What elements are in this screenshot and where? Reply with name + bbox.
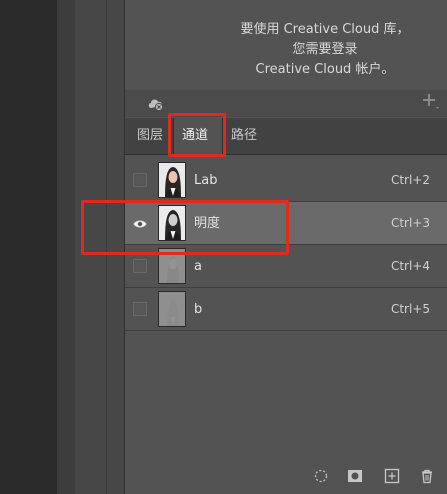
channels-panel: 要使用 Creative Cloud 库，您需要登录 Creative Clou… bbox=[81, 0, 447, 494]
highlight-channels-tab bbox=[168, 113, 226, 157]
channels-bottom-toolbar bbox=[125, 468, 447, 488]
trash-icon[interactable] bbox=[419, 468, 435, 488]
visibility-toggle[interactable] bbox=[133, 302, 147, 316]
channel-row-b[interactable]: b Ctrl+5 bbox=[125, 288, 447, 331]
channel-row-lab[interactable]: Lab Ctrl+2 bbox=[125, 159, 447, 202]
cloud-offline-icon[interactable] bbox=[147, 96, 165, 115]
canvas-area bbox=[0, 0, 57, 494]
channel-shortcut: Ctrl+3 bbox=[390, 216, 430, 230]
plus-icon[interactable] bbox=[421, 92, 441, 117]
channel-shortcut: Ctrl+4 bbox=[390, 259, 430, 273]
cc-message-line1: 要使用 Creative Cloud 库，您需要登录 bbox=[240, 22, 410, 57]
cc-message-line2: Creative Cloud 帐户。 bbox=[255, 62, 395, 77]
tab-paths[interactable]: 路径 bbox=[223, 118, 265, 154]
channel-name: Lab bbox=[194, 173, 218, 188]
selection-icon[interactable] bbox=[313, 468, 329, 488]
channel-shortcut: Ctrl+5 bbox=[390, 302, 430, 316]
cc-library-message: 要使用 Creative Cloud 库，您需要登录 Creative Clou… bbox=[125, 20, 447, 80]
channel-name: b bbox=[194, 302, 203, 317]
mask-icon[interactable] bbox=[347, 468, 363, 487]
channel-shortcut: Ctrl+2 bbox=[390, 173, 430, 187]
visibility-toggle[interactable] bbox=[133, 173, 147, 187]
canvas-scroll-strip bbox=[57, 0, 75, 494]
highlight-lightness-channel bbox=[81, 200, 289, 255]
channel-thumbnail bbox=[158, 291, 186, 327]
tab-layers[interactable]: 图层 bbox=[129, 118, 171, 154]
channel-thumbnail bbox=[158, 162, 186, 198]
visibility-toggle[interactable] bbox=[133, 259, 147, 273]
new-channel-icon[interactable] bbox=[384, 468, 400, 488]
